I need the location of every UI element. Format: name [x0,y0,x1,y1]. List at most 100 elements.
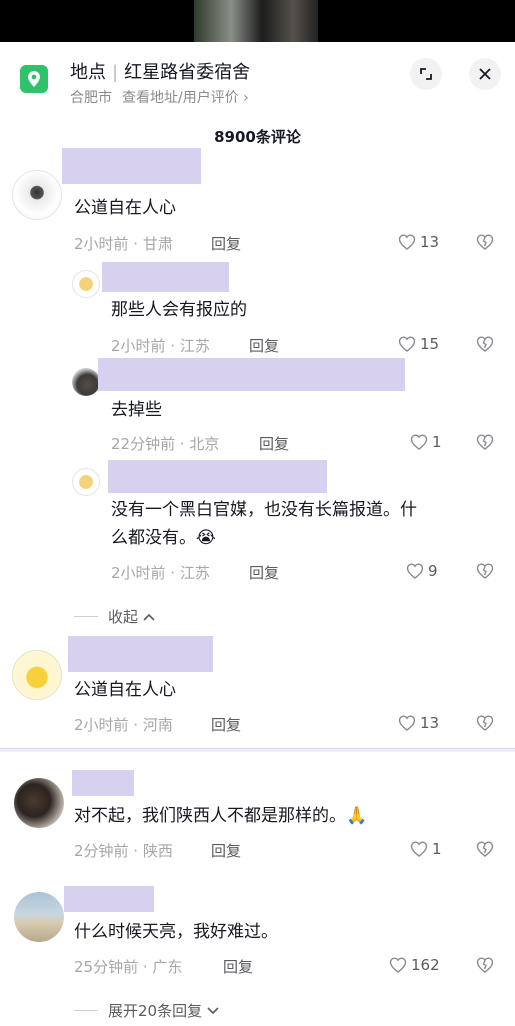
comment-time-location: 25分钟前 · 广东 [74,958,183,976]
broken-heart-icon [476,841,494,857]
like-button[interactable]: 13 [398,233,439,251]
comment-text-line2: 么都没有。😭 [111,524,216,552]
avatar[interactable] [72,468,100,496]
reply-button[interactable]: 回复 [211,840,241,861]
avatar[interactable] [72,368,100,396]
view-address-link[interactable]: 查看地址/用户评价 › [122,90,249,106]
comment-text: 那些人会有报应的 [111,300,247,320]
reply-item: 没有一个黑白官媒，也没有长篇报道。什 么都没有。😭 2小时前 · 江苏 回复 9 [0,458,515,593]
comment-time-location: 2小时前 · 河南 [74,716,173,734]
heart-icon [406,563,424,579]
avatar[interactable] [12,170,62,220]
comment-item: 什么时候天亮，我好难过。 25分钟前 · 广东 回复 162 [0,884,515,994]
reply-button[interactable]: 回复 [249,335,279,356]
heart-icon [410,841,428,857]
comment-time-location: 22分钟前 · 北京 [111,435,220,453]
expand-replies-button[interactable]: 展开20条回复 [74,1000,220,1021]
comment-time-location: 2小时前 · 江苏 [111,337,210,355]
avatar[interactable] [14,778,64,828]
like-button[interactable]: 1 [410,433,442,451]
avatar[interactable] [12,650,62,700]
expand-label: 展开20条回复 [108,1002,203,1020]
username-redacted[interactable] [102,262,229,292]
heart-icon [389,957,407,973]
like-count: 1 [432,433,442,451]
reply-item: 那些人会有报应的 2小时前 · 江苏 回复 15 [0,262,515,362]
comment-text: 对不起，我们陕西人不都是那样的。 [74,806,346,826]
username-redacted[interactable] [62,148,201,184]
video-thumbnail [194,0,318,42]
broken-heart-icon [476,715,494,731]
reply-button[interactable]: 回复 [223,956,253,977]
like-count: 9 [428,562,438,580]
username-redacted[interactable] [64,886,154,912]
location-name: 红星路省委宿舍 [124,62,251,83]
username-redacted[interactable] [68,636,213,672]
location-title: 地点 | 红星路省委宿舍 [70,58,250,84]
location-type-label: 地点 [70,62,106,83]
like-button[interactable]: 1 [410,840,442,858]
comment-text: 去掉些 [111,400,162,420]
reply-button[interactable]: 回复 [249,562,279,583]
reply-button[interactable]: 回复 [211,233,241,254]
username-redacted[interactable] [98,358,405,391]
broken-heart-icon [476,336,494,352]
fold-line [74,1010,98,1011]
heart-icon [398,715,416,731]
like-button[interactable]: 13 [398,714,439,732]
broken-heart-icon [476,234,494,250]
chevron-down-icon [207,1006,219,1014]
title-separator: | [112,62,119,83]
dislike-button[interactable] [476,563,494,583]
avatar[interactable] [72,270,100,298]
close-icon [479,68,491,80]
collapse-replies-button[interactable]: 收起 [74,606,156,627]
praying-hands-emoji: 🙏 [346,806,368,826]
minimize-button[interactable] [410,58,442,90]
comment-text: 公道自在人心 [74,680,176,700]
close-button[interactable] [469,58,501,90]
comment-time-location: 2小时前 · 江苏 [111,564,210,582]
location-subtitle: 合肥市 查看地址/用户评价 › [70,87,249,107]
comment-item: 公道自在人心 2小时前 · 甘肃 回复 13 [0,146,515,266]
dislike-button[interactable] [476,336,494,356]
broken-heart-icon [476,957,494,973]
avatar[interactable] [14,892,64,942]
reply-item: 去掉些 22分钟前 · 北京 回复 1 [0,358,515,458]
username-redacted[interactable] [72,770,134,796]
location-city: 合肥市 [70,90,112,106]
dislike-button[interactable] [476,841,494,861]
comment-text-line: 对不起，我们陕西人不都是那样的。🙏 [74,802,367,830]
comment-text: 公道自在人心 [74,198,176,218]
like-count: 1 [432,840,442,858]
comment-text: 什么时候天亮，我好难过。 [74,922,278,942]
comment-text-line1: 没有一个黑白官媒，也没有长篇报道。什 [111,500,417,520]
comment-text: 么都没有。 [111,528,196,548]
broken-heart-icon [476,563,494,579]
comment-item: 公道自在人心 2小时前 · 河南 回复 13 [0,636,515,746]
like-count: 162 [411,956,440,974]
heart-icon [398,336,416,352]
dislike-button[interactable] [476,957,494,977]
heart-icon [410,434,428,450]
dislike-button[interactable] [476,234,494,254]
username-redacted[interactable] [108,460,327,493]
dislike-button[interactable] [476,715,494,735]
crying-emoji: 😭 [196,528,216,548]
collapse-label: 收起 [108,608,139,626]
reply-button[interactable]: 回复 [211,714,241,735]
comment-item: 对不起，我们陕西人不都是那样的。🙏 2分钟前 · 陕西 回复 1 [0,768,515,878]
reply-button[interactable]: 回复 [259,433,289,454]
like-count: 13 [420,233,440,251]
like-button[interactable]: 9 [406,562,438,580]
like-count: 15 [420,335,440,353]
like-button[interactable]: 15 [398,335,439,353]
comment-count: 8900条评论 [214,128,301,146]
chevron-up-icon [143,613,155,621]
location-pin-icon [20,65,48,93]
like-button[interactable]: 162 [389,956,440,974]
comments-page: 地点 | 红星路省委宿舍 合肥市 查看地址/用户评价 › 8900条评论 公道自在人心… [0,0,515,1026]
fold-line [74,616,98,617]
video-preview[interactable] [0,0,515,42]
dislike-button[interactable] [476,434,494,454]
